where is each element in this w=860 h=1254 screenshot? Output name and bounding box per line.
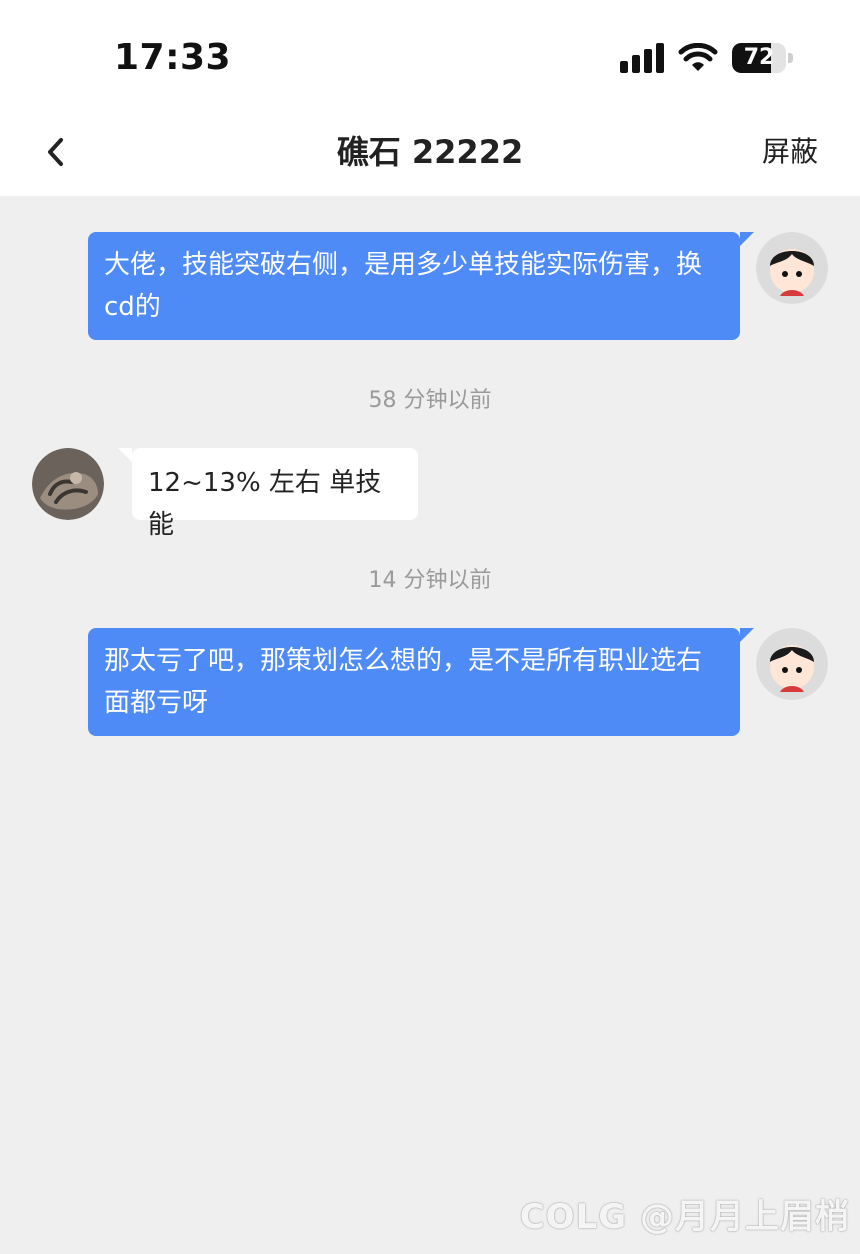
message-text: 那太亏了吧，那策划怎么想的，是不是所有职业选右面都亏呀 [104, 646, 703, 718]
wifi-icon [678, 43, 718, 71]
outgoing-message-bubble[interactable]: 大佬，技能突破右侧，是用多少单技能实际伤害，换cd的 [88, 232, 754, 340]
cat-avatar-icon [32, 448, 104, 520]
incoming-message-bubble[interactable]: 12~13% 左右 单技能 [118, 448, 418, 540]
battery-cap [788, 53, 793, 63]
message-timestamp: 58 分钟以前 [368, 388, 492, 413]
my-avatar[interactable] [756, 628, 828, 700]
page-title: 礁石 22222 [336, 133, 524, 171]
contact-avatar[interactable] [32, 448, 104, 520]
cellular-signal-icon [620, 43, 664, 73]
status-time: 17:33 [114, 37, 232, 78]
message-text: 大佬，技能突破右侧，是用多少单技能实际伤害，换cd的 [104, 250, 703, 322]
outgoing-message-bubble[interactable]: 那太亏了吧，那策划怎么想的，是不是所有职业选右面都亏呀 [88, 628, 754, 736]
watermark: COLG @月月上眉梢 [519, 1197, 850, 1237]
cartoon-boy-avatar-icon [756, 628, 828, 700]
block-button[interactable]: 屏蔽 [762, 128, 818, 176]
message-text: 12~13% 左右 单技能 [148, 468, 382, 540]
top-bar: 17:33 72 礁石 22222 屏蔽 [0, 0, 860, 196]
battery-percent: 72 [743, 45, 775, 70]
cartoon-boy-avatar-icon [756, 232, 828, 304]
message-timestamp: 14 分钟以前 [368, 568, 492, 593]
my-avatar[interactable] [756, 232, 828, 304]
status-icons: 72 [620, 40, 794, 76]
battery-icon: 72 [732, 43, 794, 73]
